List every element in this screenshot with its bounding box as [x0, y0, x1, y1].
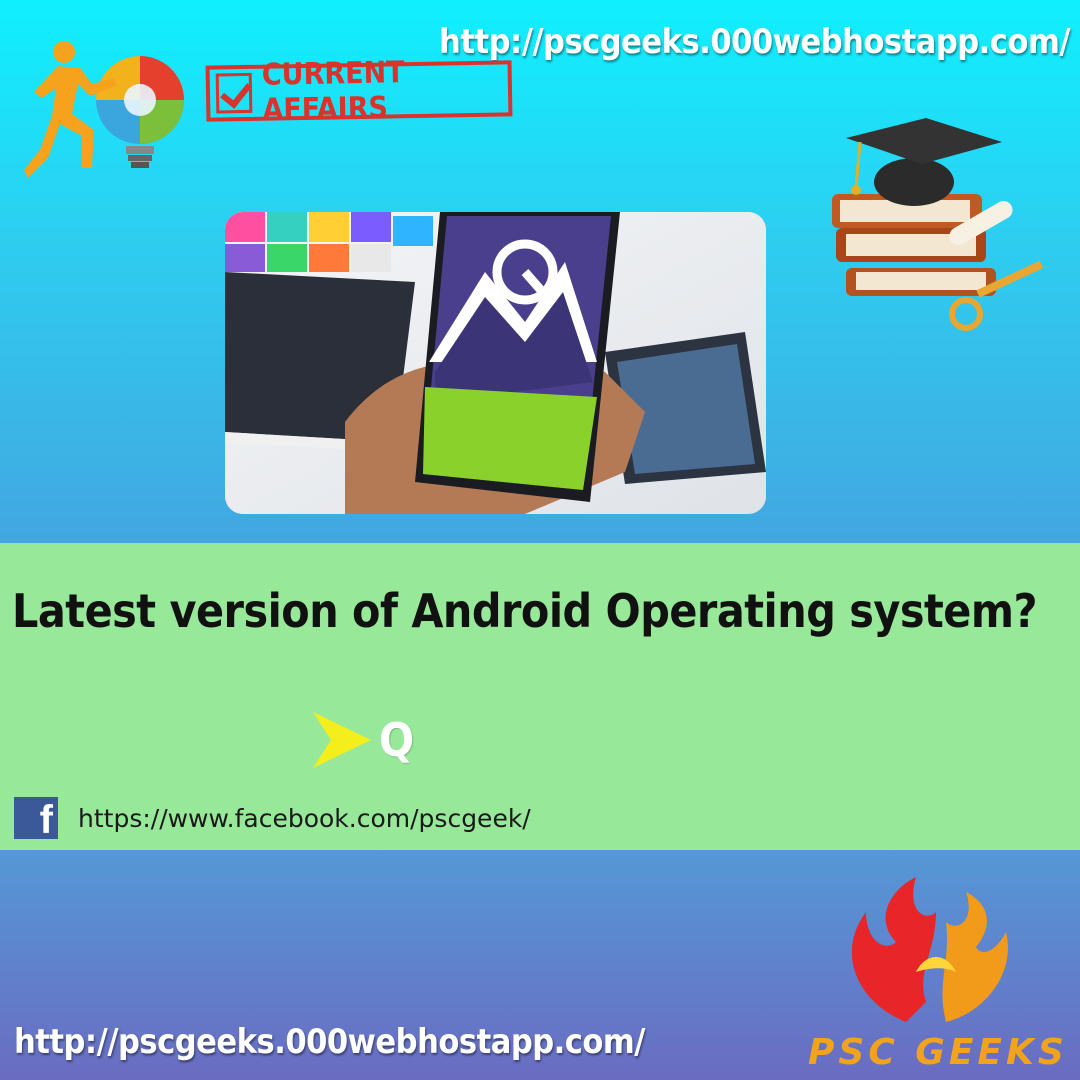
runner-bulb-logo-icon [24, 41, 184, 178]
current-affairs-badge: CURRENT AFFAIRS [205, 55, 513, 128]
answer-text: Q [379, 713, 415, 767]
answer-row: Q [313, 712, 414, 768]
site-url-bottom[interactable]: http://pscgeeks.000webhostapp.com/ [14, 1022, 645, 1062]
psc-geeks-brand: PSC GEEKS [808, 1032, 1068, 1073]
facebook-icon: f [14, 797, 58, 842]
facebook-glyph: f [39, 798, 53, 842]
checkbox-check-icon [215, 72, 253, 114]
facebook-link[interactable]: f https://www.facebook.com/pscgeek/ [14, 797, 531, 842]
arrow-right-icon [313, 712, 371, 768]
site-url-top[interactable]: http://pscgeeks.000webhostapp.com/ [439, 22, 1070, 62]
current-affairs-label: CURRENT AFFAIRS [261, 55, 405, 128]
psc-geeks-flame-logo-icon [851, 877, 1008, 1022]
graduation-books-icon [832, 118, 1044, 331]
android-q-phone-photo [225, 212, 766, 514]
question-text: Latest version of Android Operating syst… [12, 584, 1037, 638]
facebook-url[interactable]: https://www.facebook.com/pscgeek/ [78, 804, 531, 833]
